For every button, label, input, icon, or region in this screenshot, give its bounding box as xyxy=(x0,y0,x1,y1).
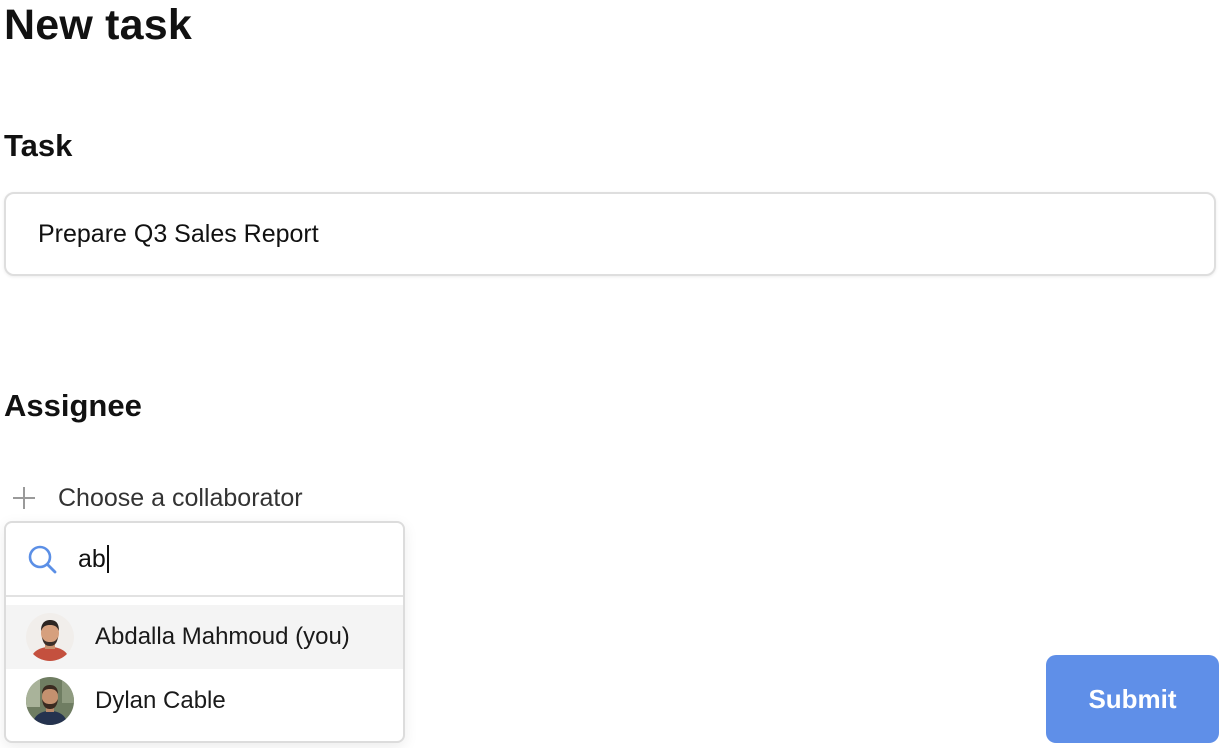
plus-icon xyxy=(12,486,36,510)
choose-collaborator-label: Choose a collaborator xyxy=(58,483,303,512)
result-item-label: Abdalla Mahmoud (you) xyxy=(95,623,350,650)
search-input-value: ab xyxy=(78,544,106,573)
collaborator-dropdown: ab Abdalla Mahmoud (you) Dylan Cable xyxy=(4,521,405,743)
avatar xyxy=(26,613,74,661)
new-task-page: New task Task Prepare Q3 Sales Report As… xyxy=(0,0,1226,748)
avatar xyxy=(26,677,74,725)
task-label: Task xyxy=(4,128,73,163)
result-item-dylan-cable[interactable]: Dylan Cable xyxy=(6,669,403,733)
choose-collaborator-button[interactable]: Choose a collaborator xyxy=(12,478,303,518)
result-list: Abdalla Mahmoud (you) Dylan Cable xyxy=(6,597,403,733)
task-input[interactable]: Prepare Q3 Sales Report xyxy=(4,192,1216,276)
search-icon xyxy=(28,545,57,574)
result-item-label: Dylan Cable xyxy=(95,687,226,714)
text-caret xyxy=(106,545,109,573)
result-item-abdalla-mahmoud[interactable]: Abdalla Mahmoud (you) xyxy=(6,605,403,669)
search-input[interactable]: ab xyxy=(78,545,109,574)
task-input-value: Prepare Q3 Sales Report xyxy=(38,219,319,248)
submit-button[interactable]: Submit xyxy=(1046,655,1219,743)
collaborator-search[interactable]: ab xyxy=(6,523,403,597)
page-title: New task xyxy=(4,1,193,49)
assignee-label: Assignee xyxy=(4,388,142,423)
